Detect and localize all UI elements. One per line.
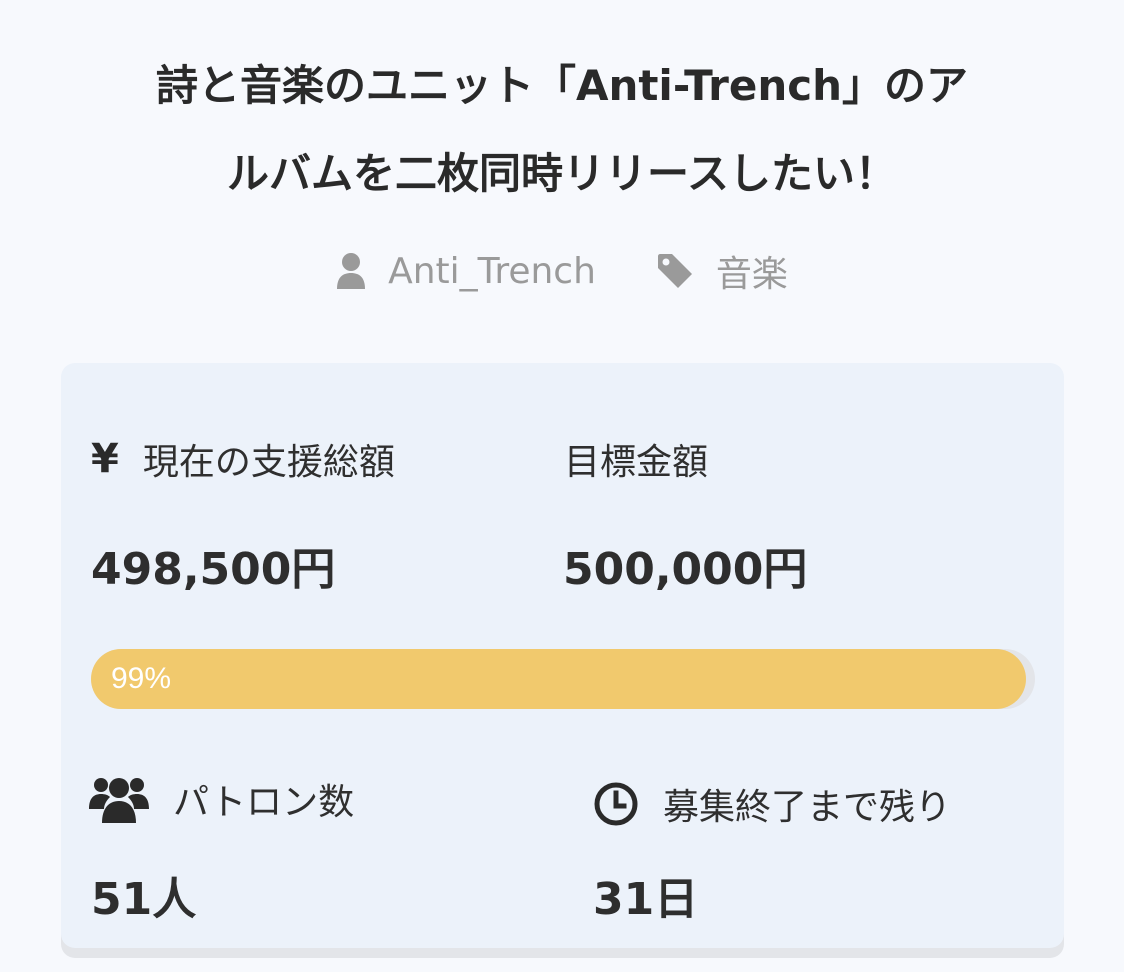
user-icon xyxy=(337,253,366,289)
title-line-1: 詩と音楽のユニット「Anti-Trench」のア xyxy=(155,61,969,110)
author-link[interactable]: Anti_Trench xyxy=(336,251,596,292)
tag-icon xyxy=(657,254,692,288)
page-title: 詩と音楽のユニット「Anti-Trench」のア ルバムを二枚同時リリースしたい… xyxy=(40,42,1084,218)
yen-icon: ¥ xyxy=(91,436,119,482)
category-name: 音楽 xyxy=(715,254,788,295)
clock-icon xyxy=(593,781,639,827)
time-remaining-label-text: 募集終了まで残り xyxy=(663,787,952,828)
patron-count-value: 51人 xyxy=(91,874,197,925)
category-link[interactable]: 音楽 xyxy=(656,245,788,297)
progress-percent: 99% xyxy=(111,662,172,695)
funding-progress-bar: 99% xyxy=(91,649,1035,709)
project-meta: Anti_Trench 音楽 xyxy=(0,245,1124,297)
progress-fill xyxy=(91,649,1026,709)
goal-amount-label-text: 目標金額 xyxy=(564,442,709,483)
goal-amount-value: 500,000円 xyxy=(563,544,808,595)
current-amount-label: ¥ 現在の支援総額 xyxy=(91,433,395,485)
patron-count-label: パトロン数 xyxy=(89,773,354,825)
current-amount-value: 498,500円 xyxy=(91,544,336,595)
time-remaining-label: 募集終了まで残り xyxy=(593,778,951,830)
title-line-2: ルバムを二枚同時リリースしたい！ xyxy=(227,149,897,198)
current-amount-label-text: 現在の支援総額 xyxy=(142,442,395,483)
users-icon xyxy=(89,773,149,825)
author-name: Anti_Trench xyxy=(388,250,596,292)
goal-amount-label: 目標金額 xyxy=(564,433,708,485)
time-remaining-value: 31日 xyxy=(593,874,699,925)
funding-stats-card: ¥ 現在の支援総額 目標金額 498,500円 500,000円 99% パトロ… xyxy=(61,363,1064,948)
patron-count-label-text: パトロン数 xyxy=(173,782,355,823)
